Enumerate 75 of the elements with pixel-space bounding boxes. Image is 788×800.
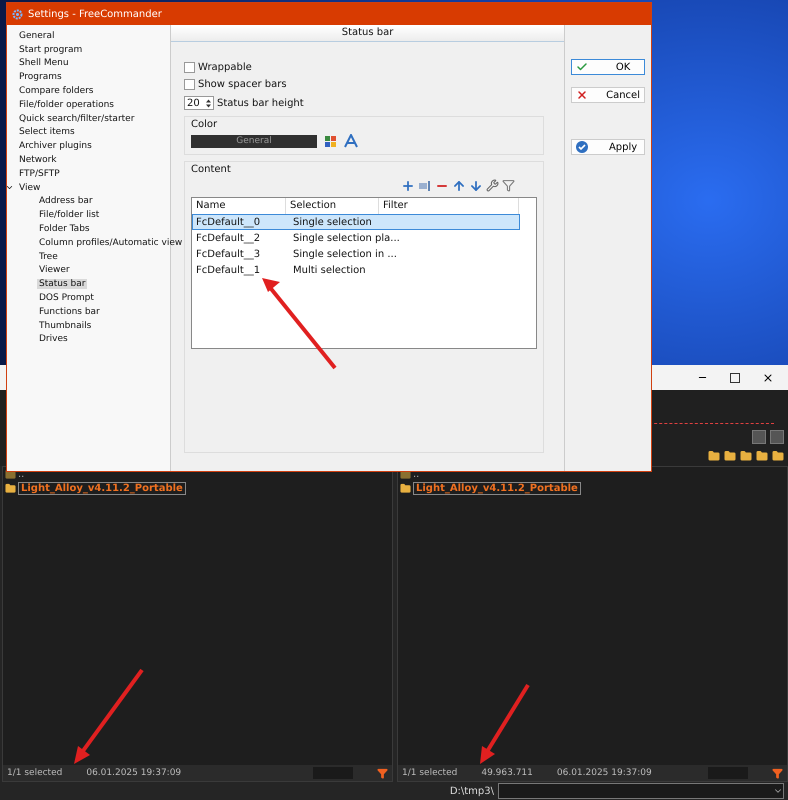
tree-item[interactable]: Select items [17, 127, 77, 138]
parent-folder[interactable]: .. [413, 469, 420, 480]
add-icon[interactable] [401, 179, 416, 193]
tree-item[interactable]: Network [17, 155, 59, 166]
check-circle-icon [576, 141, 588, 153]
tree-item[interactable]: Status bar [37, 279, 88, 290]
filter-icon[interactable] [377, 768, 388, 778]
tree-item[interactable]: View [17, 182, 42, 193]
tree-item[interactable]: Viewer [37, 265, 72, 276]
status-text: 1/1 selected [7, 768, 62, 778]
ok-button[interactable]: OK [571, 59, 645, 75]
field-label: Status bar height [217, 98, 304, 108]
tree-item[interactable]: Thumbnails [37, 320, 94, 331]
path-label: D:\tmp3\ [450, 786, 494, 796]
command-field[interactable] [498, 783, 784, 799]
tree-item[interactable]: Quick search/filter/starter [17, 114, 136, 124]
filter-icon[interactable] [502, 179, 516, 192]
maximize-icon[interactable] [730, 372, 740, 382]
status-text: 06.01.2025 19:37:09 [86, 768, 182, 778]
tree-item[interactable]: Column profiles/Automatic view [37, 238, 184, 248]
group-title: Color [191, 119, 218, 130]
tree-item[interactable]: File/folder operations [17, 100, 116, 110]
palette-icon[interactable] [325, 136, 336, 146]
parent-folder[interactable]: .. [18, 469, 24, 480]
status-text: 06.01.2025 19:37:09 [556, 768, 652, 778]
status-text: 1/1 selected [402, 768, 458, 778]
table-row[interactable]: FcDefault__1 Multi selection [192, 262, 520, 278]
tree-item[interactable]: DOS Prompt [37, 293, 96, 304]
tree-item[interactable]: Archiver plugins [17, 141, 94, 152]
tree-item[interactable]: Drives [37, 334, 70, 344]
folder-icon [400, 483, 411, 494]
checkbox[interactable] [184, 79, 195, 90]
folder-icon[interactable] [740, 450, 752, 462]
checkbox-label: Wrappable [198, 62, 252, 73]
tree-item[interactable]: Functions bar [37, 306, 102, 317]
check-icon [576, 61, 588, 73]
table-row[interactable]: FcDefault__0 Single selection [192, 214, 520, 230]
checkbox-label: Show spacer bars [198, 79, 287, 90]
gear-icon [12, 8, 23, 20]
folder-icon[interactable] [756, 450, 768, 462]
folder-icon[interactable] [772, 450, 784, 462]
apply-button[interactable]: Apply [571, 139, 645, 155]
filter-icon[interactable] [772, 768, 783, 778]
spin-arrows-icon[interactable] [206, 98, 211, 108]
height-spinner[interactable]: 20 [184, 96, 214, 110]
tree-item[interactable]: File/folder list [37, 210, 102, 220]
close-icon [576, 89, 588, 101]
folder-icon[interactable] [724, 450, 736, 462]
font-icon[interactable] [344, 134, 358, 148]
window-title: Settings - FreeCommander [28, 8, 162, 20]
group-title: Content [191, 164, 232, 175]
tree-item[interactable]: Compare folders [17, 86, 96, 96]
arrow-down-icon[interactable] [469, 179, 484, 193]
folder-icon[interactable] [708, 450, 720, 462]
folder-name[interactable]: Light_Alloy_v4.11.2_Portable [413, 482, 581, 495]
folder-name[interactable]: Light_Alloy_v4.11.2_Portable [18, 482, 186, 495]
checkbox[interactable] [184, 62, 195, 73]
close-icon[interactable] [762, 372, 774, 384]
tree-item[interactable]: Address bar [37, 196, 95, 206]
tree-item[interactable]: FTP/SFTP [17, 168, 62, 179]
page-title: Status bar [171, 25, 564, 42]
status-text: 49.963.711 [481, 768, 533, 778]
tree-item[interactable]: Start program [17, 44, 84, 55]
tree-item[interactable]: Folder Tabs [37, 224, 92, 234]
tree-item[interactable]: Shell Menu [17, 58, 71, 68]
color-swatch[interactable]: General [191, 134, 317, 148]
folder-icon [5, 483, 16, 494]
tree-item[interactable]: Tree [37, 252, 60, 262]
tree-item[interactable]: General [17, 30, 56, 41]
tree-item[interactable]: Programs [17, 72, 64, 82]
cancel-button[interactable]: Cancel [571, 87, 645, 103]
wrench-icon[interactable] [486, 179, 500, 192]
insert-icon[interactable] [418, 179, 432, 193]
table-row[interactable]: FcDefault__2 Single selection pla... [192, 230, 520, 246]
table-row[interactable]: FcDefault__3 Single selection in ... [192, 246, 520, 262]
